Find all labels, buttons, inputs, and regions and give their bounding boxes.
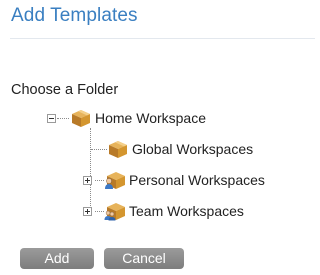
expand-toggle-icon[interactable] xyxy=(83,175,92,185)
add-button[interactable]: Add xyxy=(20,248,94,269)
box-icon xyxy=(72,110,90,127)
tree-node-global-workspaces[interactable]: Global Workspaces xyxy=(107,138,253,160)
dialog-title: Add Templates xyxy=(11,5,138,26)
person-box-icon xyxy=(105,172,125,189)
tree-node-personal-workspaces[interactable]: Personal Workspaces xyxy=(83,169,265,191)
collapse-toggle-icon[interactable] xyxy=(47,113,56,123)
tree-node-label: Global Workspaces xyxy=(132,141,254,157)
team-box-icon xyxy=(104,203,125,221)
title-divider xyxy=(10,38,315,39)
tree-connector xyxy=(91,149,107,150)
box-icon xyxy=(109,141,127,158)
folder-label: Choose a Folder xyxy=(11,82,119,98)
tree-node-team-workspaces[interactable]: Team Workspaces xyxy=(83,200,244,222)
tree-node-label: Personal Workspaces xyxy=(129,172,265,188)
expand-toggle-icon[interactable] xyxy=(83,206,92,216)
tree-node-home-workspace[interactable]: Home Workspace xyxy=(47,107,206,129)
tree-node-label: Home Workspace xyxy=(95,110,207,126)
tree-node-label: Team Workspaces xyxy=(129,203,244,219)
cancel-button[interactable]: Cancel xyxy=(104,248,184,269)
